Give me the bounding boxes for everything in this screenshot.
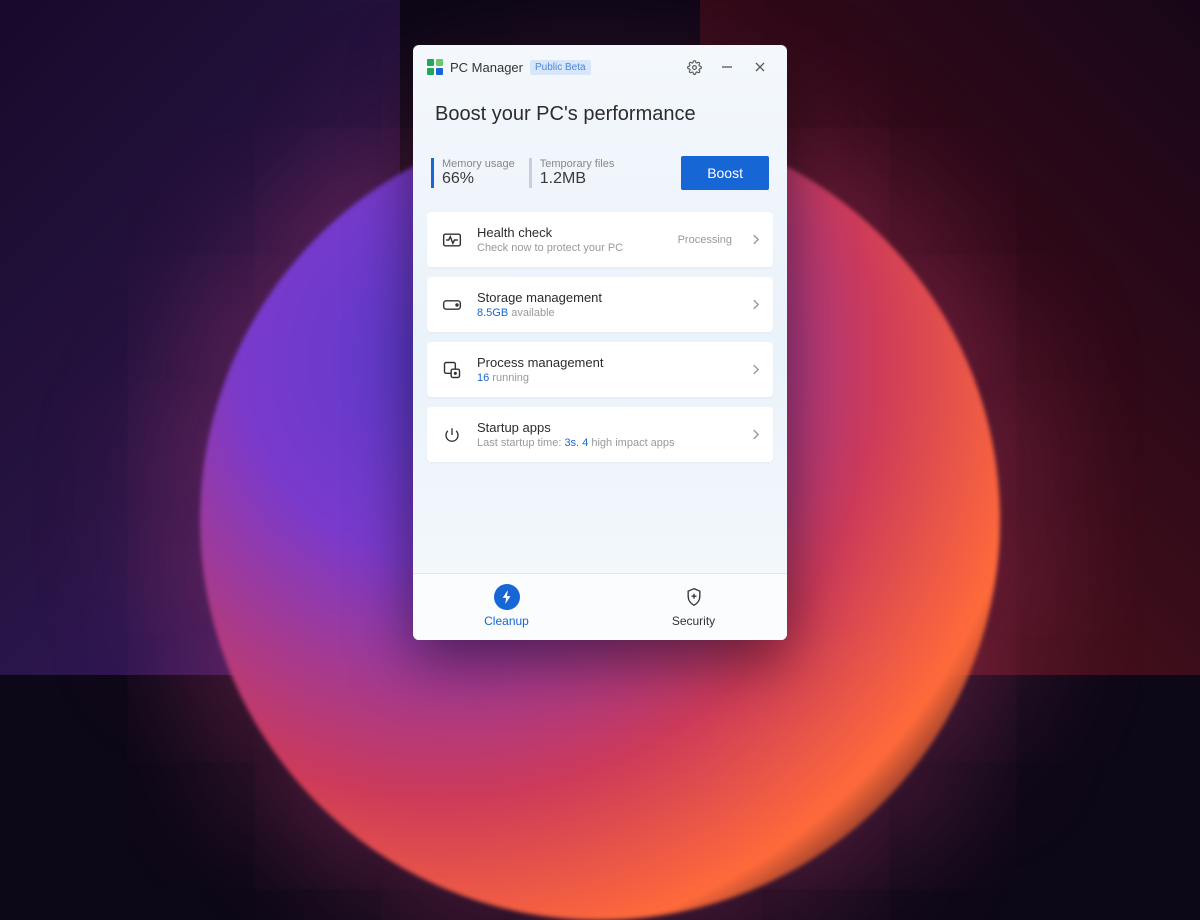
chevron-right-icon bbox=[752, 364, 759, 375]
app-window: PC Manager Public Beta Boost your PC's p… bbox=[413, 45, 787, 640]
process-title: Process management bbox=[477, 355, 738, 370]
tab-security-label: Security bbox=[672, 614, 715, 628]
storage-card[interactable]: Storage management 8.5GB available bbox=[427, 277, 773, 332]
minimize-button[interactable] bbox=[714, 55, 740, 79]
page-headline: Boost your PC's performance bbox=[413, 85, 787, 134]
memory-value: 66% bbox=[442, 170, 515, 188]
titlebar: PC Manager Public Beta bbox=[413, 45, 787, 85]
gear-icon bbox=[687, 60, 702, 75]
tab-cleanup-label: Cleanup bbox=[484, 614, 529, 628]
startup-sub: Last startup time: 3s. 4 high impact app… bbox=[477, 437, 738, 449]
stats-row: Memory usage 66% Temporary files 1.2MB B… bbox=[413, 134, 787, 206]
startup-card[interactable]: Startup apps Last startup time: 3s. 4 hi… bbox=[427, 407, 773, 462]
bottom-tabs: Cleanup Security bbox=[413, 573, 787, 640]
startup-title: Startup apps bbox=[477, 420, 738, 435]
close-button[interactable] bbox=[747, 55, 773, 79]
memory-stat: Memory usage 66% bbox=[431, 158, 515, 188]
health-icon bbox=[441, 231, 463, 249]
chevron-right-icon bbox=[752, 429, 759, 440]
health-title: Health check bbox=[477, 225, 664, 240]
temp-files-stat: Temporary files 1.2MB bbox=[529, 158, 615, 188]
shield-icon bbox=[681, 584, 707, 610]
storage-sub: 8.5GB available bbox=[477, 307, 738, 319]
storage-title: Storage management bbox=[477, 290, 738, 305]
health-status: Processing bbox=[678, 234, 732, 246]
storage-icon bbox=[441, 298, 463, 312]
chevron-right-icon bbox=[752, 299, 759, 310]
temp-label: Temporary files bbox=[540, 158, 615, 170]
temp-value: 1.2MB bbox=[540, 170, 615, 188]
cards-list: Health check Check now to protect your P… bbox=[413, 206, 787, 573]
app-title: PC Manager bbox=[450, 60, 523, 75]
process-sub: 16 running bbox=[477, 372, 738, 384]
process-icon bbox=[441, 360, 463, 380]
beta-badge: Public Beta bbox=[530, 60, 591, 75]
close-icon bbox=[754, 61, 766, 73]
boost-button[interactable]: Boost bbox=[681, 156, 769, 190]
app-logo-icon bbox=[427, 59, 443, 75]
bolt-icon bbox=[494, 584, 520, 610]
minimize-icon bbox=[721, 61, 733, 73]
health-sub: Check now to protect your PC bbox=[477, 242, 664, 254]
memory-label: Memory usage bbox=[442, 158, 515, 170]
power-icon bbox=[441, 426, 463, 444]
chevron-right-icon bbox=[752, 234, 759, 245]
tab-cleanup[interactable]: Cleanup bbox=[413, 574, 600, 640]
process-card[interactable]: Process management 16 running bbox=[427, 342, 773, 397]
tab-security[interactable]: Security bbox=[600, 574, 787, 640]
health-check-card[interactable]: Health check Check now to protect your P… bbox=[427, 212, 773, 267]
settings-button[interactable] bbox=[681, 55, 707, 79]
